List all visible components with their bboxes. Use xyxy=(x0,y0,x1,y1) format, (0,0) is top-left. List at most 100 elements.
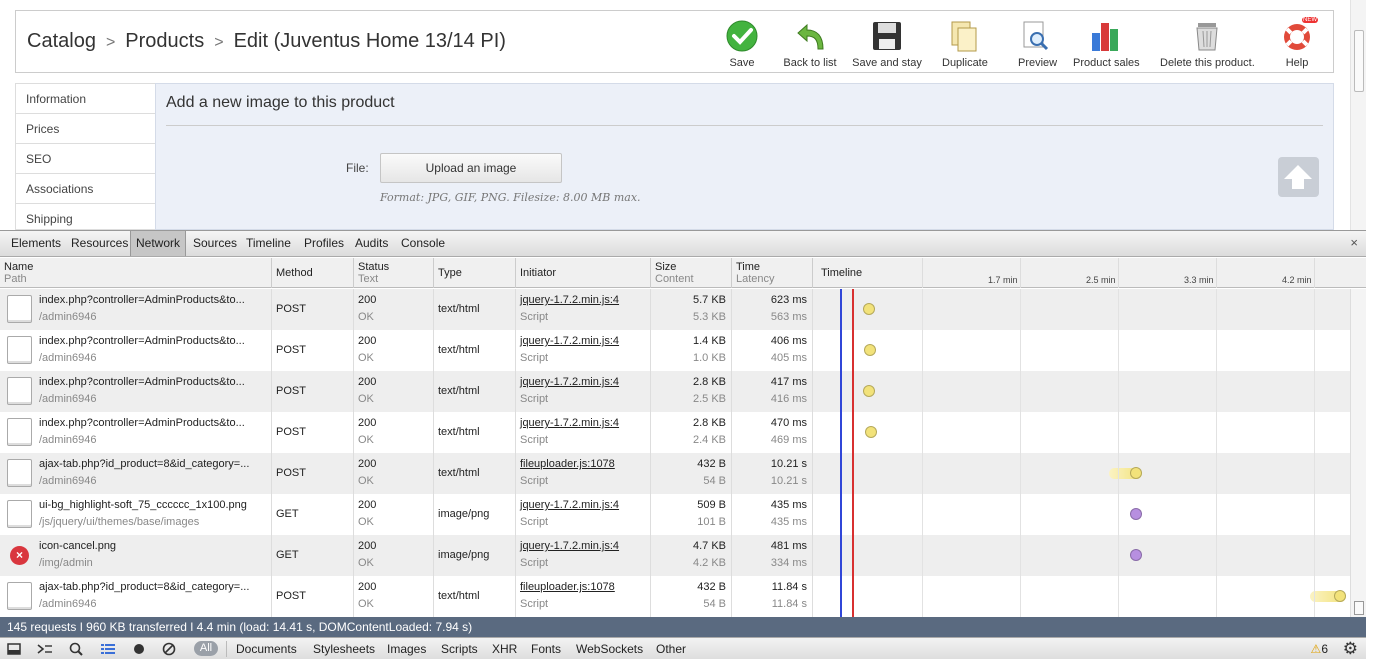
request-timing-dot xyxy=(1130,549,1142,561)
column-size[interactable]: Size Content xyxy=(651,258,732,288)
page-scrollbar-thumb[interactable] xyxy=(1354,30,1364,92)
cell-type: image/png xyxy=(434,494,516,535)
record-icon[interactable] xyxy=(131,641,149,657)
tab-profiles[interactable]: Profiles xyxy=(299,231,349,256)
cell-method: POST xyxy=(272,412,354,453)
tab-timeline[interactable]: Timeline xyxy=(241,231,296,256)
network-request-row[interactable]: × icon-cancel.png/img/admin GET 200 OK image/… xyxy=(0,535,1350,576)
filter-scripts[interactable]: Scripts xyxy=(441,641,478,657)
column-timeline[interactable]: Timeline 1.7 min 2.5 min 3.3 min 4.2 min xyxy=(813,258,1366,288)
duplicate-button[interactable]: Duplicate xyxy=(942,19,988,69)
column-name[interactable]: Name Path xyxy=(0,258,272,288)
network-request-row[interactable]: ajax-tab.php?id_product=8&id_category=..… xyxy=(0,453,1350,494)
tab-sources[interactable]: Sources xyxy=(188,231,242,256)
request-method: POST xyxy=(276,344,306,356)
sidebar-item-associations[interactable]: Associations xyxy=(16,174,155,204)
filter-other[interactable]: Other xyxy=(656,641,686,657)
network-request-row[interactable]: ajax-tab.php?id_product=8&id_category=..… xyxy=(0,576,1350,617)
close-icon[interactable]: × xyxy=(1350,235,1358,250)
save-button[interactable]: Save xyxy=(722,19,762,69)
column-method[interactable]: Method xyxy=(272,258,354,288)
request-type: text/html xyxy=(438,426,480,438)
upload-image-button[interactable]: Upload an image xyxy=(380,153,562,183)
gear-icon[interactable]: ⚙ xyxy=(1343,640,1358,658)
tab-resources[interactable]: Resources xyxy=(66,231,133,256)
cell-type: text/html xyxy=(434,576,516,617)
request-name[interactable]: icon-cancel.png xyxy=(39,540,116,552)
warnings-counter[interactable]: ⚠6 xyxy=(1311,641,1328,657)
request-name[interactable]: index.php?controller=AdminProducts&to... xyxy=(39,294,245,306)
column-initiator[interactable]: Initiator xyxy=(516,258,651,288)
filter-all[interactable]: All xyxy=(194,641,218,656)
filter-fonts[interactable]: Fonts xyxy=(531,641,561,657)
request-path: /admin6946 xyxy=(39,311,97,323)
column-status[interactable]: Status Text xyxy=(354,258,434,288)
dock-icon[interactable] xyxy=(6,641,24,657)
back-to-list-label: Back to list xyxy=(783,57,837,69)
request-initiator-link[interactable]: fileuploader.js:1078 xyxy=(520,458,615,470)
filter-images[interactable]: Images xyxy=(387,641,426,657)
tab-elements[interactable]: Elements xyxy=(6,231,66,256)
request-initiator-link[interactable]: fileuploader.js:1078 xyxy=(520,581,615,593)
sidebar-item-shipping[interactable]: Shipping xyxy=(16,204,155,230)
network-request-row[interactable]: index.php?controller=AdminProducts&to...… xyxy=(0,412,1350,453)
request-initiator-link[interactable]: jquery-1.7.2.min.js:4 xyxy=(520,499,619,511)
request-name[interactable]: ui-bg_highlight-soft_75_cccccc_1x100.png xyxy=(39,499,247,511)
request-initiator-link[interactable]: jquery-1.7.2.min.js:4 xyxy=(520,417,619,429)
request-name[interactable]: ajax-tab.php?id_product=8&id_category=..… xyxy=(39,458,249,470)
request-name[interactable]: ajax-tab.php?id_product=8&id_category=..… xyxy=(39,581,249,593)
search-icon[interactable] xyxy=(68,641,86,657)
network-request-row[interactable]: index.php?controller=AdminProducts&to...… xyxy=(0,330,1350,371)
sidebar-item-information[interactable]: Information xyxy=(16,84,155,114)
cell-name: ajax-tab.php?id_product=8&id_category=..… xyxy=(0,453,272,494)
breadcrumb-current: Edit (Juventus Home 13/14 PI) xyxy=(233,30,506,52)
request-initiator-link[interactable]: jquery-1.7.2.min.js:4 xyxy=(520,294,619,306)
request-name[interactable]: index.php?controller=AdminProducts&to... xyxy=(39,376,245,388)
request-status-text: OK xyxy=(358,598,374,610)
column-time[interactable]: Time Latency xyxy=(732,258,813,288)
tab-console[interactable]: Console xyxy=(396,231,450,256)
request-name[interactable]: index.php?controller=AdminProducts&to... xyxy=(39,417,245,429)
request-initiator-link[interactable]: jquery-1.7.2.min.js:4 xyxy=(520,540,619,552)
request-content-size: 54 B xyxy=(703,598,726,610)
sidebar-item-seo[interactable]: SEO xyxy=(16,144,155,174)
request-initiator-link[interactable]: jquery-1.7.2.min.js:4 xyxy=(520,376,619,388)
breadcrumb-catalog[interactable]: Catalog xyxy=(27,30,96,52)
product-sales-button[interactable]: Product sales xyxy=(1073,19,1140,69)
timeline-header-divider xyxy=(1118,258,1119,288)
filter-stylesheets[interactable]: Stylesheets xyxy=(313,641,375,657)
console-drawer-icon[interactable] xyxy=(36,641,54,657)
list-view-icon[interactable] xyxy=(99,641,117,657)
breadcrumb-products[interactable]: Products xyxy=(125,30,204,52)
request-content-size: 54 B xyxy=(703,475,726,487)
scroll-to-top-button[interactable] xyxy=(1278,157,1319,197)
request-list-scrollbar[interactable] xyxy=(1350,289,1366,617)
request-initiator-link[interactable]: jquery-1.7.2.min.js:4 xyxy=(520,335,619,347)
request-name[interactable]: index.php?controller=AdminProducts&to... xyxy=(39,335,245,347)
request-content-size: 2.4 KB xyxy=(692,434,726,446)
preview-button[interactable]: Preview xyxy=(1018,19,1057,69)
filter-xhr[interactable]: XHR xyxy=(492,641,517,657)
column-type[interactable]: Type xyxy=(434,258,516,288)
cell-name: index.php?controller=AdminProducts&to...… xyxy=(0,289,272,330)
filter-websockets[interactable]: WebSockets xyxy=(576,641,643,657)
request-path: /admin6946 xyxy=(39,475,97,487)
filter-documents[interactable]: Documents xyxy=(236,641,297,657)
request-list-scrollbar-thumb[interactable] xyxy=(1354,601,1364,615)
cell-name: index.php?controller=AdminProducts&to...… xyxy=(0,371,272,412)
network-request-row[interactable]: ui-bg_highlight-soft_75_cccccc_1x100.png… xyxy=(0,494,1350,535)
request-time: 406 ms xyxy=(770,335,807,347)
admin-page: Catalog > Products > Edit (Juventus Home 13/… xyxy=(0,0,1378,230)
network-request-row[interactable]: index.php?controller=AdminProducts&to...… xyxy=(0,371,1350,412)
clear-icon[interactable] xyxy=(161,641,179,657)
request-status: 200 xyxy=(358,376,377,388)
delete-product-button[interactable]: Delete this product. xyxy=(1160,19,1255,69)
sidebar-item-prices[interactable]: Prices xyxy=(16,114,155,144)
back-to-list-button[interactable]: Back to list xyxy=(782,19,838,69)
help-button[interactable]: NEW Help xyxy=(1280,17,1318,69)
tab-audits[interactable]: Audits xyxy=(350,231,393,256)
tab-network[interactable]: Network xyxy=(130,231,187,256)
save-and-stay-button[interactable]: Save and stay xyxy=(852,19,922,69)
page-scrollbar[interactable] xyxy=(1350,0,1366,230)
network-request-row[interactable]: index.php?controller=AdminProducts&to...… xyxy=(0,289,1350,330)
